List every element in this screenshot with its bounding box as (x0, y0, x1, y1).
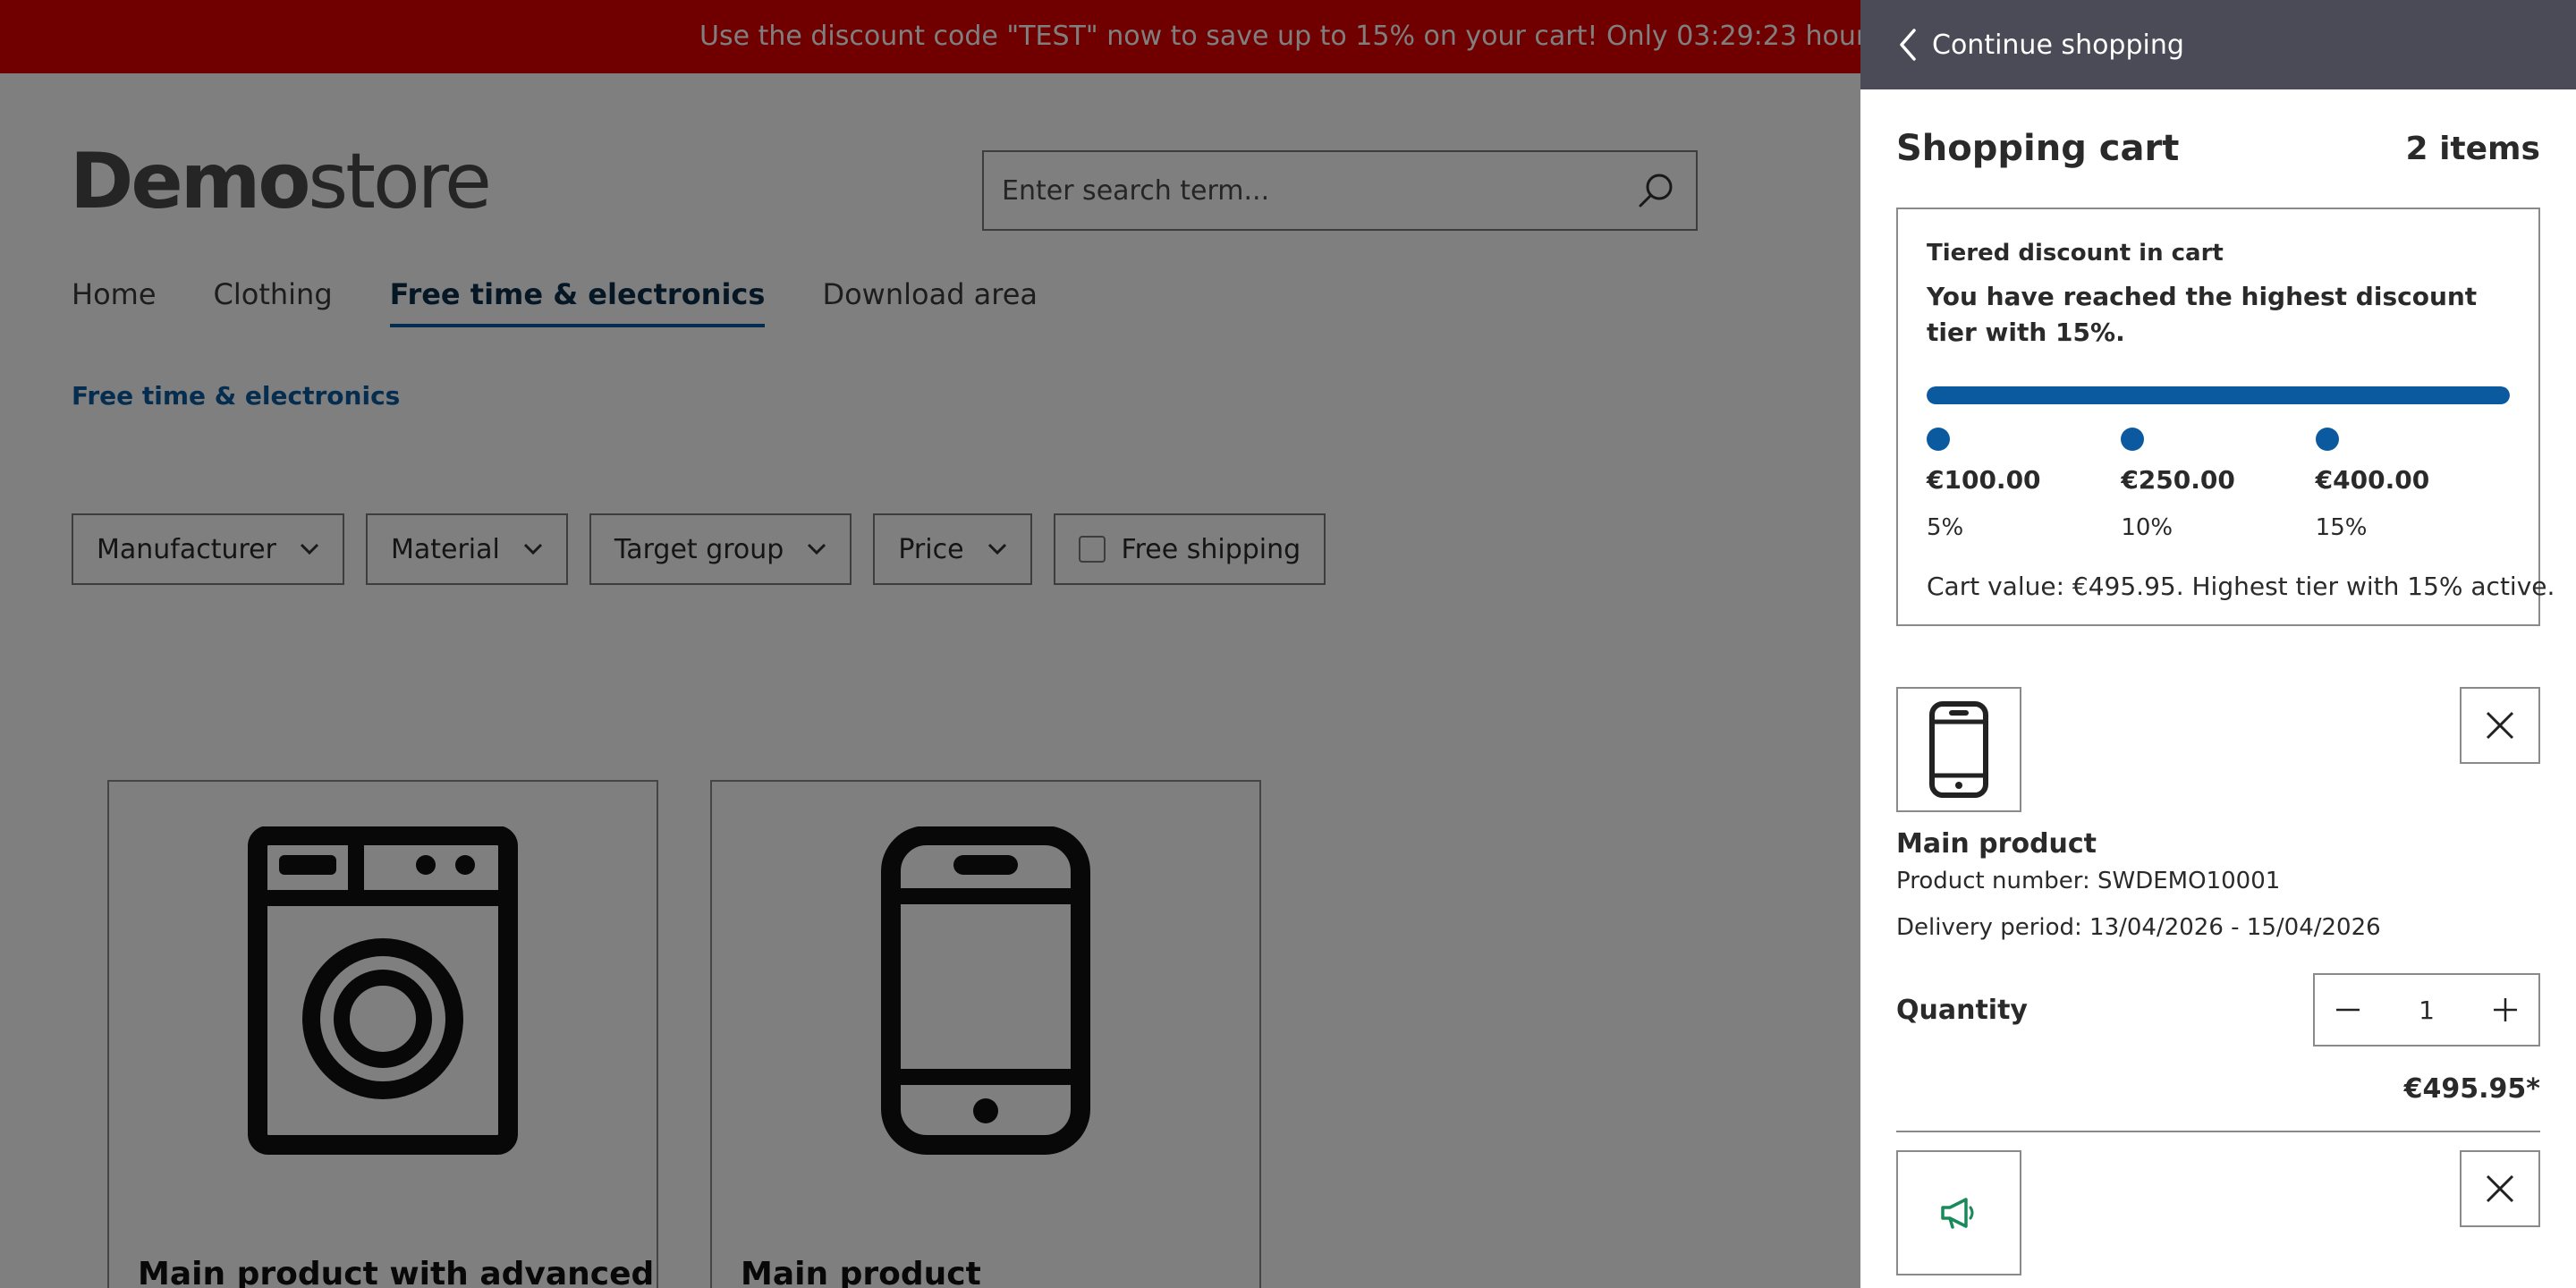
tier-percent: 5% (1927, 514, 1964, 541)
minus-icon[interactable] (2334, 996, 2361, 1023)
tier-amount: €100.00 (1927, 465, 2041, 495)
continue-shopping-button[interactable]: Continue shopping (1860, 0, 2576, 89)
tier-step: €100.00 5% (1927, 428, 2121, 541)
tier-step: €250.00 10% (2121, 428, 2315, 541)
close-icon (2486, 711, 2514, 740)
tier-message: You have reached the highest discount ti… (1927, 282, 2478, 347)
tier-dot (2121, 428, 2145, 451)
cart-line-item (1896, 1150, 2540, 1284)
remove-item-button[interactable] (2460, 687, 2540, 764)
close-icon (2486, 1174, 2514, 1203)
cart-title: Shopping cart (1896, 128, 2180, 169)
plus-icon[interactable] (2492, 996, 2519, 1023)
discount-progress-bar (1927, 386, 2510, 404)
discount-progress-fill (1927, 386, 2510, 404)
tier-step: €400.00 15% (2315, 428, 2510, 541)
tier-percent: 10% (2121, 514, 2174, 541)
tier-amount: €400.00 (2315, 465, 2430, 495)
cart-item-count: 2 items (2405, 130, 2541, 167)
item-product-number: Product number: SWDEMO10001 (1896, 868, 2281, 894)
quantity-stepper: 1 (2313, 973, 2540, 1046)
chevron-left-icon (1900, 29, 1916, 61)
quantity-label: Quantity (1896, 995, 2028, 1026)
tier-amount: €250.00 (2121, 465, 2235, 495)
item-thumbnail[interactable] (1896, 687, 2021, 812)
item-delivery-period: Delivery period: 13/04/2026 - 15/04/2026 (1896, 914, 2381, 941)
cart-offcanvas: Continue shopping Shopping cart 2 items … (1860, 0, 2576, 1288)
item-thumbnail[interactable] (1896, 1150, 2021, 1275)
remove-item-button[interactable] (2460, 1150, 2540, 1227)
tier-label: Tiered discount in cart (1927, 240, 2224, 267)
tier-note: Cart value: €495.95. Highest tier with 1… (1927, 572, 2555, 601)
tier-percent: 15% (2315, 514, 2368, 541)
continue-shopping-label: Continue shopping (1932, 29, 2184, 61)
item-price: €495.95* (2403, 1073, 2540, 1105)
quantity-value[interactable]: 1 (2419, 996, 2435, 1025)
smartphone-icon (1929, 701, 1988, 798)
item-name[interactable]: Main product (1896, 828, 2097, 860)
megaphone-icon (1941, 1198, 1974, 1229)
tier-dot (1927, 428, 1950, 451)
tiered-discount-box: Tiered discount in cart You have reached… (1896, 208, 2555, 626)
cart-line-item: Main product Product number: SWDEMO10001… (1896, 687, 2540, 1132)
tier-dot (2315, 428, 2339, 451)
backdrop-overlay[interactable] (0, 0, 1860, 1288)
